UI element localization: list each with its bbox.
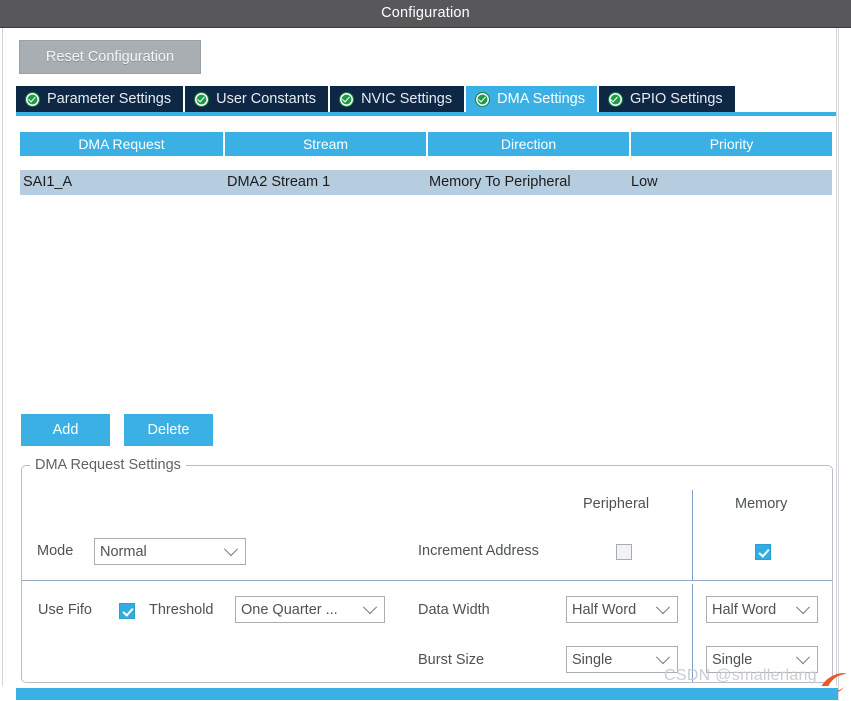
chevron-down-icon (223, 541, 239, 556)
tab-label: GPIO Settings (629, 91, 723, 107)
label-burst-size: Burst Size (418, 652, 485, 668)
label-data-width: Data Width (418, 602, 490, 618)
label-increment-address: Increment Address (418, 543, 539, 559)
label-use-fifo: Use Fifo (38, 602, 92, 618)
tab-nvic-settings[interactable]: NVIC Settings (330, 86, 465, 112)
chevron-down-icon (655, 649, 671, 664)
cell-dma-request: SAI1_A (23, 174, 73, 190)
column-header-stream[interactable]: Stream (225, 132, 426, 156)
label-threshold: Threshold (149, 602, 214, 618)
tab-gpio-settings[interactable]: GPIO Settings (598, 86, 735, 112)
data-width-memory-value: Half Word (712, 602, 777, 618)
window-title: Configuration (381, 5, 470, 21)
cell-priority: Low (631, 174, 658, 190)
group-title: DMA Request Settings (30, 457, 186, 473)
window-title-bar: Configuration (0, 0, 851, 28)
label-memory: Memory (735, 496, 788, 512)
tab-label: User Constants (216, 91, 317, 107)
reset-configuration-button[interactable]: Reset Configuration (19, 40, 201, 74)
tab-bar: Parameter Settings User Constants NVIC S… (16, 86, 836, 112)
threshold-select-value: One Quarter ... (241, 602, 338, 618)
settings-divider (22, 580, 832, 581)
cell-stream: DMA2 Stream 1 (227, 174, 331, 190)
mode-select[interactable]: Normal (94, 538, 246, 565)
delete-button[interactable]: Delete (124, 414, 213, 446)
burst-size-memory-select[interactable]: Single (706, 646, 818, 673)
tab-label: DMA Settings (497, 91, 585, 107)
add-button[interactable]: Add (21, 414, 110, 446)
check-circle-icon (339, 91, 355, 107)
horizontal-scrollbar-thumb[interactable] (16, 688, 838, 700)
dma-request-table: DMA Request Stream Direction Priority SA… (20, 132, 832, 195)
table-header-row: DMA Request Stream Direction Priority (20, 132, 832, 156)
tab-underline (16, 112, 836, 116)
label-peripheral: Peripheral (583, 496, 650, 512)
tab-dma-settings[interactable]: DMA Settings (466, 86, 597, 112)
check-circle-icon (25, 91, 40, 107)
column-header-dma-request[interactable]: DMA Request (20, 132, 223, 156)
tab-parameter-settings[interactable]: Parameter Settings (16, 86, 184, 112)
chevron-down-icon (655, 599, 671, 614)
chevron-down-icon (795, 599, 811, 614)
peripheral-memory-divider-top (692, 490, 693, 580)
burst-size-memory-value: Single (712, 652, 753, 668)
data-width-peripheral-select[interactable]: Half Word (566, 596, 678, 623)
tab-label: Parameter Settings (47, 91, 172, 107)
label-mode: Mode (37, 543, 74, 559)
check-circle-icon (607, 91, 623, 107)
chevron-down-icon (362, 599, 378, 614)
increment-address-memory-checkbox[interactable] (755, 544, 771, 560)
burst-size-peripheral-value: Single (572, 652, 613, 668)
tab-user-constants[interactable]: User Constants (185, 86, 329, 112)
burst-size-peripheral-select[interactable]: Single (566, 646, 678, 673)
mode-select-value: Normal (100, 544, 147, 560)
data-width-memory-select[interactable]: Half Word (706, 596, 818, 623)
table-body: SAI1_A DMA2 Stream 1 Memory To Periphera… (20, 170, 832, 195)
column-header-priority[interactable]: Priority (631, 132, 832, 156)
data-width-peripheral-value: Half Word (572, 602, 637, 618)
increment-address-peripheral-checkbox[interactable] (616, 544, 632, 560)
check-circle-icon (475, 91, 491, 107)
tab-label: NVIC Settings (361, 91, 453, 107)
cell-direction: Memory To Peripheral (429, 174, 571, 190)
use-fifo-checkbox[interactable] (119, 603, 135, 619)
vertical-scroll-gutter[interactable] (838, 28, 851, 701)
table-row[interactable]: SAI1_A DMA2 Stream 1 Memory To Periphera… (20, 170, 832, 195)
chevron-down-icon (795, 649, 811, 664)
peripheral-memory-divider-bottom (692, 584, 693, 682)
configuration-window: Configuration Reset Configuration Parame… (0, 0, 851, 701)
threshold-select[interactable]: One Quarter ... (235, 596, 385, 623)
check-circle-icon (194, 91, 210, 107)
column-header-direction[interactable]: Direction (428, 132, 629, 156)
